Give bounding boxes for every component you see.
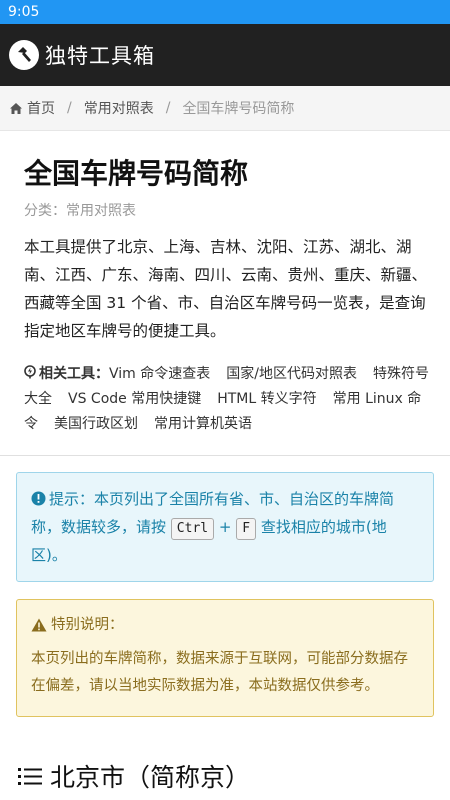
breadcrumb-home[interactable]: 首页	[9, 98, 55, 118]
info-circle-icon	[31, 491, 46, 506]
lightning-icon	[24, 365, 36, 379]
category-link[interactable]: 常用对照表	[66, 203, 136, 219]
breadcrumb: 首页 / 常用对照表 / 全国车牌号码简称	[0, 86, 450, 131]
plus-sign: +	[218, 518, 232, 536]
list-icon	[18, 768, 42, 785]
page-intro: 本工具提供了北京、上海、吉林、沈阳、江苏、湖北、湖南、江西、广东、海南、四川、云…	[24, 238, 428, 340]
related-tool-link[interactable]: VS Code 常用快捷键	[68, 391, 201, 407]
home-icon	[10, 102, 22, 114]
related-tools: 相关工具：Vim 命令速查表 国家/地区代码对照表 特殊符号大全 VS Code 常用…	[24, 362, 434, 437]
ctrl-key: Ctrl	[170, 518, 215, 540]
tip-box: 提示：本页列出了全国所有省、市、自治区的车牌简称，数据较多，请按 Ctrl + …	[16, 472, 434, 582]
related-tool-link[interactable]: 常用计算机英语	[154, 416, 252, 432]
category-label: 分类：	[24, 203, 66, 219]
status-bar: 9:05	[0, 0, 450, 24]
breadcrumb-home-label: 首页	[27, 101, 55, 117]
warning-box: 特别说明： 本页列出的车牌简称，数据来源于互联网，可能部分数据存在偏差，请以当地…	[16, 599, 434, 717]
related-label: 相关工具：	[39, 366, 109, 382]
app-bar: 独特工具箱	[0, 24, 450, 86]
hammer-icon[interactable]	[9, 40, 39, 70]
breadcrumb-category[interactable]: 常用对照表	[84, 98, 154, 118]
page-title: 全国车牌号码简称	[24, 157, 249, 190]
section-heading: 北京市（简称京）	[18, 758, 250, 794]
f-key: F	[236, 518, 257, 540]
breadcrumb-separator: /	[165, 100, 171, 116]
related-tool-link[interactable]: Vim 命令速查表	[109, 366, 210, 382]
warning-body: 本页列出的车牌简称，数据来源于互联网，可能部分数据存在偏差，请以当地实际数据为准…	[31, 651, 408, 694]
app-title[interactable]: 独特工具箱	[45, 40, 155, 70]
section-title: 北京市（简称京）	[50, 763, 251, 792]
related-tool-link[interactable]: HTML 转义字符	[217, 391, 316, 407]
warning-title-row: 特别说明：	[31, 612, 419, 638]
status-time: 9:05	[8, 4, 40, 20]
breadcrumb-separator: /	[67, 100, 72, 116]
divider	[0, 455, 450, 456]
breadcrumb-current: 全国车牌号码简称	[182, 101, 295, 117]
warning-title: 特别说明：	[51, 617, 124, 633]
warning-triangle-icon	[31, 618, 47, 632]
page-category: 分类：常用对照表	[24, 200, 136, 220]
related-tool-link[interactable]: 美国行政区划	[54, 416, 138, 432]
related-tool-link[interactable]: 国家/地区代码对照表	[226, 366, 357, 382]
